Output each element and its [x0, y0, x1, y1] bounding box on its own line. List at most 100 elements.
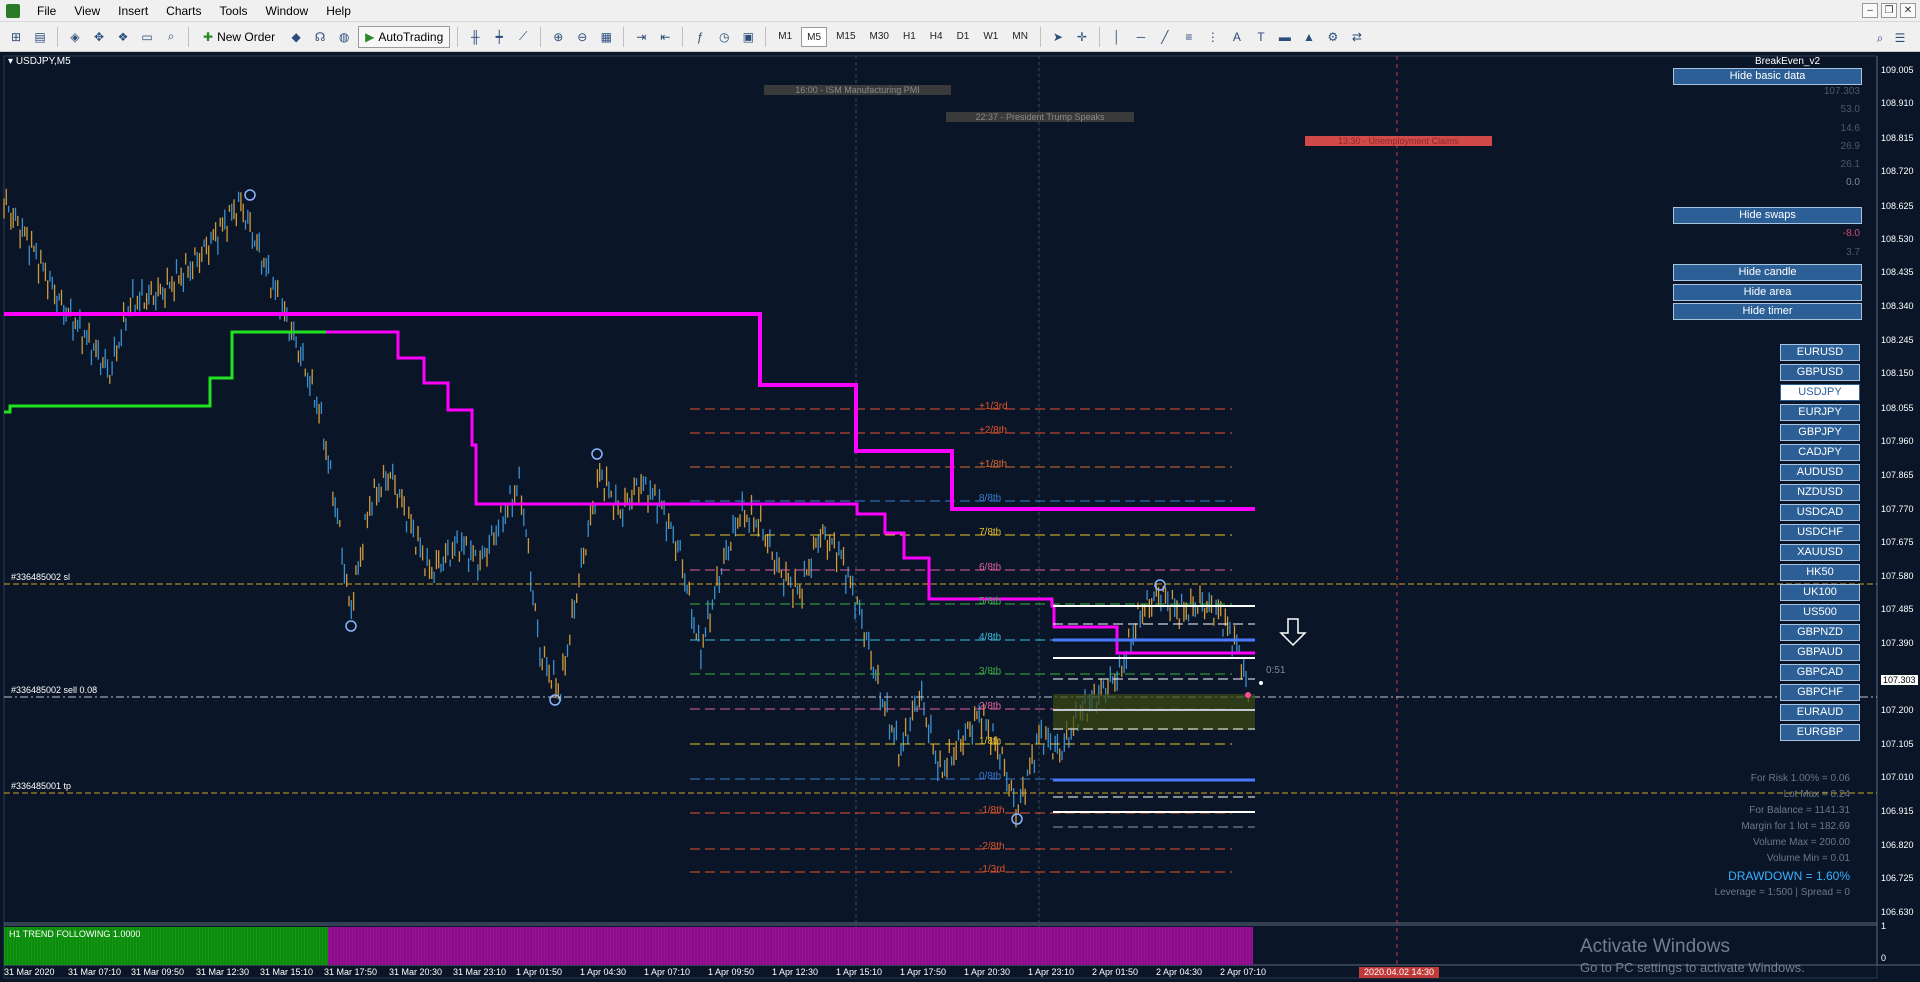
menu-window[interactable]: Window — [257, 2, 318, 20]
murrey-level-label: 5/8th — [979, 596, 1002, 607]
symbol-button-usdchf[interactable]: USDCHF — [1780, 524, 1860, 541]
symbol-button-gbpnzd[interactable]: GBPNZD — [1780, 624, 1860, 641]
signals-icon[interactable]: ☊ — [310, 27, 330, 47]
info-margin: Margin for 1 lot = 182.69 — [1741, 821, 1850, 832]
text-icon[interactable]: A — [1227, 27, 1247, 47]
symbol-button-eurusd[interactable]: EURUSD — [1780, 344, 1860, 361]
symbol-button-euraud[interactable]: EURAUD — [1780, 704, 1860, 721]
symbol-button-gbpaud[interactable]: GBPAUD — [1780, 644, 1860, 661]
timeframe-h4[interactable]: H4 — [925, 27, 948, 47]
chart-properties-icon[interactable]: ⚙ — [1323, 27, 1343, 47]
market-icon[interactable]: ◍ — [334, 27, 354, 47]
chart-shift-icon[interactable]: ⇤ — [655, 27, 675, 47]
info-drawdown: DRAWDOWN = 1.60% — [1728, 869, 1850, 883]
symbol-button-xauusd[interactable]: XAUUSD — [1780, 544, 1860, 561]
market-watch-icon[interactable]: ◈ — [65, 27, 85, 47]
arrow-shape-icon[interactable]: ▬ — [1275, 27, 1295, 47]
hide-area-button[interactable]: Hide area — [1673, 284, 1862, 301]
timeframe-h1[interactable]: H1 — [898, 27, 921, 47]
symbol-button-cadjpy[interactable]: CADJPY — [1780, 444, 1860, 461]
tile-windows-icon[interactable]: ▦ — [596, 27, 616, 47]
menu-insert[interactable]: Insert — [109, 2, 157, 20]
timeframe-m5[interactable]: M5 — [801, 26, 828, 47]
symbol-button-gbpchf[interactable]: GBPCHF — [1780, 684, 1860, 701]
autotrading-button[interactable]: ▶ AutoTrading — [358, 25, 451, 48]
symbol-button-usdjpy[interactable]: USDJPY — [1780, 384, 1860, 401]
symbol-button-audusd[interactable]: AUDUSD — [1780, 464, 1860, 481]
terminal-icon[interactable]: ▭ — [137, 27, 157, 47]
hide-basic-data-button[interactable]: Hide basic data — [1673, 68, 1862, 85]
hide-timer-button[interactable]: Hide timer — [1673, 303, 1862, 320]
murrey-level-label: +1/8th — [979, 459, 1008, 470]
trendline-icon[interactable]: ╱ — [1155, 27, 1175, 47]
settings-icon[interactable]: ☰ — [1890, 28, 1910, 48]
restore-button[interactable]: ❐ — [1881, 3, 1897, 18]
close-button[interactable]: ✕ — [1900, 3, 1916, 18]
timeframe-m30[interactable]: M30 — [865, 27, 894, 47]
news-event-claims[interactable]: 13:30 - Unemployment Claims — [1305, 136, 1492, 146]
minimize-button[interactable]: – — [1862, 3, 1878, 18]
symbol-button-hk50[interactable]: HK50 — [1780, 564, 1860, 581]
symbol-button-eurgbp[interactable]: EURGBP — [1780, 724, 1860, 741]
text-label-icon[interactable]: T — [1251, 27, 1271, 47]
horizontal-line-icon[interactable]: ─ — [1131, 27, 1151, 47]
symbol-button-usdcad[interactable]: USDCAD — [1780, 504, 1860, 521]
price-tick: 108.815 — [1881, 133, 1914, 143]
zoom-in-icon[interactable]: ⊕ — [548, 27, 568, 47]
menu-view[interactable]: View — [65, 2, 109, 20]
new-chart-icon[interactable]: ⊞ — [6, 27, 26, 47]
menu-tools[interactable]: Tools — [211, 2, 257, 20]
timeframe-m15[interactable]: M15 — [831, 27, 860, 47]
time-tick: 31 Mar 15:10 — [260, 967, 314, 977]
channel-icon[interactable]: ≡ — [1179, 27, 1199, 47]
symbol-button-uk100[interactable]: UK100 — [1780, 584, 1860, 601]
menu-help[interactable]: Help — [317, 2, 360, 20]
symbol-button-gbpusd[interactable]: GBPUSD — [1780, 364, 1860, 381]
price-tick: 108.055 — [1881, 403, 1914, 413]
chart-window[interactable]: 0:51 ▾ USDJPY,M5 BreakEven_v2 16:00 - IS… — [0, 53, 1920, 979]
bar-chart-icon[interactable]: ╫ — [465, 27, 485, 47]
symbol-button-us500[interactable]: US500 — [1780, 604, 1860, 621]
candlestick-icon[interactable]: ┿ — [489, 27, 509, 47]
symbol-button-eurjpy[interactable]: EURJPY — [1780, 404, 1860, 421]
objects-icon[interactable]: ⇄ — [1347, 27, 1367, 47]
time-tick: 31 Mar 07:10 — [68, 967, 122, 977]
crosshair-icon[interactable]: ✛ — [1072, 27, 1092, 47]
news-event-ism[interactable]: 16:00 - ISM Manufacturing PMI — [764, 85, 951, 95]
symbol-button-gbpcad[interactable]: GBPCAD — [1780, 664, 1860, 681]
timeframe-mn[interactable]: MN — [1007, 27, 1033, 47]
metaeditor-icon[interactable]: ◆ — [286, 27, 306, 47]
indicators-icon[interactable]: ƒ — [690, 27, 710, 47]
periods-icon[interactable]: ◷ — [714, 27, 734, 47]
symbol-button-gbpjpy[interactable]: GBPJPY — [1780, 424, 1860, 441]
price-tick: 106.820 — [1881, 840, 1914, 850]
cursor-icon[interactable]: ➤ — [1048, 27, 1068, 47]
triangle-shape-icon[interactable]: ▲ — [1299, 27, 1319, 47]
new-order-button[interactable]: ✚ New Order — [196, 26, 282, 48]
menu-file[interactable]: File — [28, 2, 65, 20]
navigator-icon[interactable]: ❖ — [113, 27, 133, 47]
hide-candle-button[interactable]: Hide candle — [1673, 264, 1862, 281]
profiles-icon[interactable]: ▤ — [30, 27, 50, 47]
timeframe-w1[interactable]: W1 — [978, 27, 1003, 47]
vertical-line-icon[interactable]: │ — [1107, 27, 1127, 47]
hide-swaps-button[interactable]: Hide swaps — [1673, 207, 1862, 224]
templates-icon[interactable]: ▣ — [738, 27, 758, 47]
line-chart-icon[interactable]: ⟋ — [513, 27, 533, 47]
timeframe-d1[interactable]: D1 — [952, 27, 975, 47]
fibonacci-icon[interactable]: ⋮ — [1203, 27, 1223, 47]
murrey-level-label: 0/8th — [979, 771, 1002, 782]
tester-icon[interactable]: ⌕ — [161, 27, 181, 47]
symbol-button-nzdusd[interactable]: NZDUSD — [1780, 484, 1860, 501]
price-tick: 107.390 — [1881, 638, 1914, 648]
timeframe-m1[interactable]: M1 — [773, 27, 797, 47]
zoom-out-icon[interactable]: ⊖ — [572, 27, 592, 47]
price-chart[interactable]: 0:51 — [0, 53, 1920, 979]
menu-charts[interactable]: Charts — [157, 2, 210, 20]
indicator-axis-top: 1 — [1881, 921, 1887, 931]
murrey-level-label: 8/8th — [979, 493, 1002, 504]
data-window-icon[interactable]: ✥ — [89, 27, 109, 47]
autoscroll-icon[interactable]: ⇥ — [631, 27, 651, 47]
news-event-trump[interactable]: 22:37 - President Trump Speaks — [946, 112, 1134, 122]
search-icon[interactable]: ⌕ — [1870, 28, 1890, 48]
